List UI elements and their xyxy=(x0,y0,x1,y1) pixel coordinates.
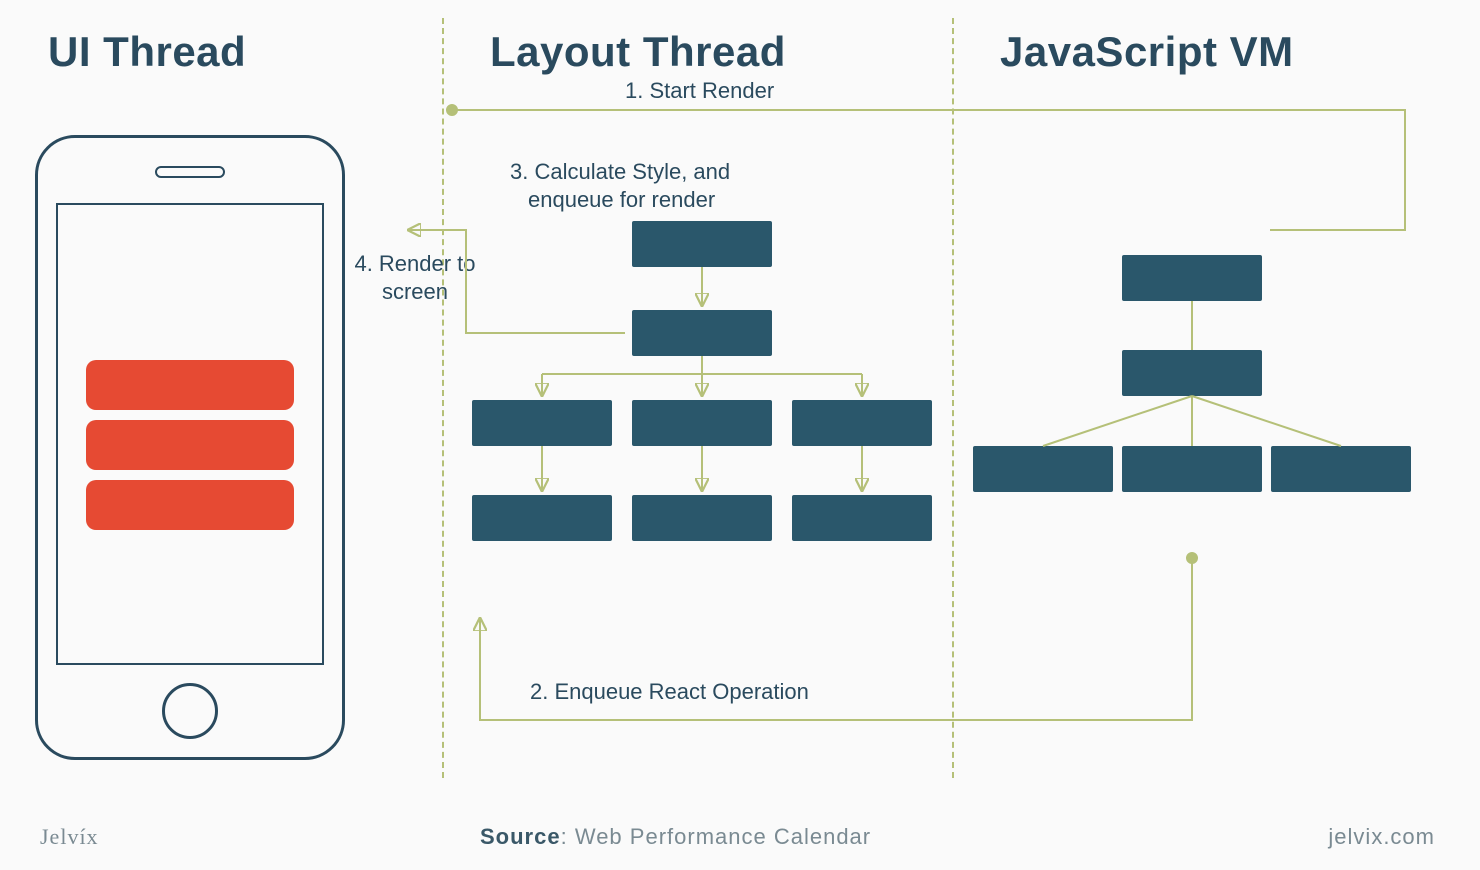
source-label: Source xyxy=(480,824,561,849)
site-link: jelvix.com xyxy=(1328,824,1435,850)
column-title-ui: UI Thread xyxy=(48,28,246,76)
jsvm-node xyxy=(973,446,1113,492)
step-start-render: 1. Start Render xyxy=(625,77,774,105)
jsvm-node xyxy=(1122,446,1262,492)
layout-node xyxy=(792,495,932,541)
step-calc-style-line1: 3. Calculate Style, and xyxy=(510,159,730,184)
list-item-bar xyxy=(86,420,294,470)
source-credit: Source: Web Performance Calendar xyxy=(480,824,871,850)
step-render-line2: screen xyxy=(382,279,448,304)
brand-logo: Jelvíx xyxy=(40,824,99,850)
source-value: Web Performance Calendar xyxy=(575,824,871,849)
layout-node xyxy=(632,400,772,446)
layout-node xyxy=(632,221,772,267)
step-calc-style: 3. Calculate Style, and enqueue for rend… xyxy=(510,158,730,213)
layout-node xyxy=(472,400,612,446)
diagram-canvas: UI Thread Layout Thread JavaScript VM 1.… xyxy=(0,0,1480,870)
phone-speaker xyxy=(155,166,225,178)
phone-screen xyxy=(56,203,324,665)
column-title-layout: Layout Thread xyxy=(490,28,786,76)
divider-line xyxy=(442,18,444,778)
column-title-jsvm: JavaScript VM xyxy=(1000,28,1294,76)
list-item-bar xyxy=(86,480,294,530)
list-item-bar xyxy=(86,360,294,410)
step-enqueue-react: 2. Enqueue React Operation xyxy=(530,678,809,706)
phone-home-button xyxy=(162,683,218,739)
phone-mock xyxy=(35,135,345,760)
step-calc-style-line2: enqueue for render xyxy=(510,187,715,212)
jsvm-node xyxy=(1122,350,1262,396)
layout-node xyxy=(632,495,772,541)
step-render-to-screen: 4. Render to screen xyxy=(345,250,485,305)
layout-node xyxy=(472,495,612,541)
step-render-line1: 4. Render to xyxy=(354,251,475,276)
layout-node xyxy=(632,310,772,356)
layout-node xyxy=(792,400,932,446)
jsvm-node xyxy=(1122,255,1262,301)
divider-line xyxy=(952,18,954,778)
jsvm-node xyxy=(1271,446,1411,492)
